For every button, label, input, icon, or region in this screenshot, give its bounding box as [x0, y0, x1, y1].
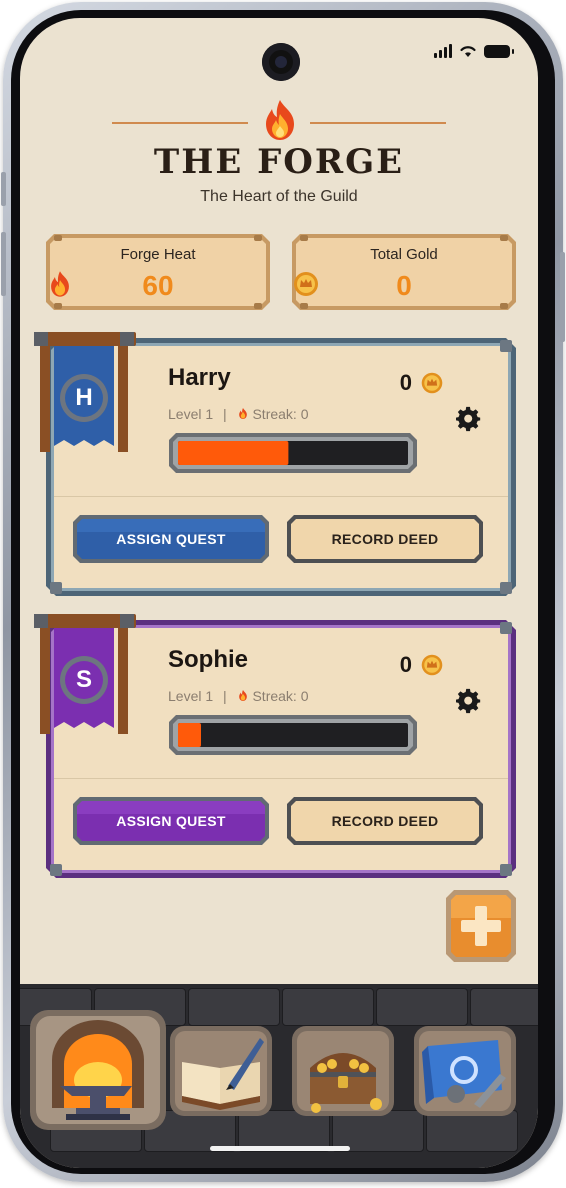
- app-screen: THE FORGE The Heart of the Guild Forge H…: [20, 18, 538, 1168]
- member-gold-value: 0: [399, 370, 412, 395]
- member-card-sophie: S Sophie Level 1 | Streak: 0 0 ASSIGN QU…: [34, 614, 518, 880]
- plus-icon: [446, 890, 516, 962]
- member-meta: Level 1 | Streak: 0: [168, 688, 309, 704]
- member-name: Sophie: [168, 646, 249, 673]
- forge-heat-panel: Forge Heat 60: [44, 232, 272, 312]
- meta-separator: |: [223, 688, 227, 704]
- member-name: Harry: [168, 364, 231, 391]
- xp-progress-bar: [169, 715, 417, 755]
- meta-separator: |: [223, 406, 227, 422]
- phone-power-button: [560, 252, 565, 342]
- status-bar: [434, 44, 514, 58]
- flame-icon: [51, 271, 69, 297]
- front-camera: [262, 43, 300, 81]
- total-gold-panel: Total Gold 0: [290, 232, 518, 312]
- header-divider-right: [310, 122, 446, 124]
- treasure-chest-icon: [292, 1026, 394, 1116]
- member-card-harry: H Harry Level 1 | Streak: 0 0 ASSIGN QUE…: [34, 332, 518, 598]
- member-streak: Streak: 0: [252, 406, 309, 422]
- journal-quill-icon: [170, 1026, 272, 1116]
- card-divider: [54, 496, 508, 497]
- assign-quest-button[interactable]: ASSIGN QUEST: [72, 514, 270, 564]
- member-meta: Level 1 | Streak: 0: [168, 406, 309, 422]
- blueprint-tools-icon: [414, 1026, 516, 1116]
- forge-heat-value-row: 60: [44, 270, 272, 302]
- streak-flame-icon: [238, 690, 247, 701]
- record-deed-button[interactable]: RECORD DEED: [286, 514, 484, 564]
- member-gold: 0: [400, 370, 444, 396]
- gold-coin-icon: [421, 654, 443, 676]
- xp-progress-fill: [178, 441, 289, 465]
- xp-progress-fill: [178, 723, 201, 747]
- member-streak: Streak: 0: [252, 688, 309, 704]
- phone-side-button: [1, 172, 6, 206]
- xp-progress-bar: [169, 433, 417, 473]
- forge-heat-label: Forge Heat: [120, 246, 196, 263]
- member-level: Level 1: [168, 406, 214, 422]
- settings-gear-icon[interactable]: [456, 406, 482, 432]
- forge-heat-value: 60: [142, 270, 174, 301]
- member-initial: S: [75, 666, 92, 693]
- member-gold-value: 0: [399, 652, 412, 677]
- member-initial: H: [75, 384, 93, 411]
- nav-treasury-tab[interactable]: [290, 1024, 396, 1121]
- assign-quest-label: ASSIGN QUEST: [116, 813, 226, 829]
- assign-quest-label: ASSIGN QUEST: [116, 531, 226, 547]
- nav-settings-tab[interactable]: [412, 1024, 518, 1121]
- record-deed-label: RECORD DEED: [331, 813, 439, 829]
- assign-quest-button[interactable]: ASSIGN QUEST: [72, 796, 270, 846]
- page-title: THE FORGE: [153, 142, 405, 182]
- member-gold: 0: [400, 652, 444, 678]
- add-member-button[interactable]: [444, 888, 518, 964]
- nav-forge-tab[interactable]: [28, 1008, 168, 1135]
- gold-coin-icon: [294, 272, 318, 296]
- total-gold-value: 0: [396, 270, 412, 301]
- forge-anvil-icon: [30, 1010, 166, 1130]
- nav-journal-tab[interactable]: [168, 1024, 274, 1121]
- page-subtitle: The Heart of the Guild: [200, 188, 358, 205]
- record-deed-label: RECORD DEED: [331, 531, 439, 547]
- settings-gear-icon[interactable]: [456, 688, 482, 714]
- header-divider-left: [112, 122, 248, 124]
- battery-icon: [484, 44, 514, 58]
- streak-flame-icon: [238, 408, 247, 419]
- phone-volume-button: [1, 232, 6, 296]
- record-deed-button[interactable]: RECORD DEED: [286, 796, 484, 846]
- card-divider: [54, 778, 508, 779]
- signal-icon: [434, 44, 452, 58]
- gold-coin-icon: [421, 372, 443, 394]
- total-gold-value-row: 0: [290, 270, 518, 302]
- total-gold-label: Total Gold: [370, 246, 438, 263]
- member-level: Level 1: [168, 688, 214, 704]
- wifi-icon: [460, 46, 476, 57]
- home-indicator[interactable]: [210, 1146, 350, 1151]
- flame-icon: [266, 100, 294, 140]
